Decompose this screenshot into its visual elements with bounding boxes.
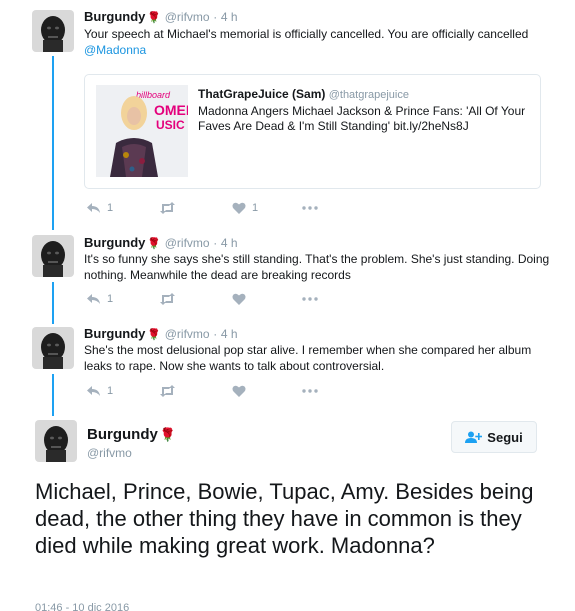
user-handle[interactable]: @rifvmo (165, 327, 210, 341)
tweet-actions: 1 (86, 383, 318, 399)
avatar[interactable] (32, 235, 74, 277)
mention-link[interactable]: @Madonna (84, 43, 146, 57)
follow-label: Segui (487, 429, 523, 445)
card-text: Madonna Angers Michael Jackson & Prince … (198, 104, 526, 133)
more-button[interactable] (302, 389, 318, 393)
card-image: billboard OMEN USIC (96, 85, 188, 177)
avatar[interactable] (32, 327, 74, 369)
tweet-text: Your speech at Michael's memorial is off… (84, 26, 554, 58)
tweet-time[interactable]: 4 h (221, 10, 238, 24)
svg-text:OMEN: OMEN (154, 102, 188, 118)
heart-icon (232, 293, 246, 305)
reply-count: 1 (107, 293, 114, 305)
rose-emoji: 🌹 (147, 12, 162, 24)
card-source-handle[interactable]: @thatgrapejuice (329, 89, 409, 101)
heart-icon (232, 385, 246, 397)
reply-button[interactable]: 1 (86, 293, 159, 305)
retweet-icon (160, 293, 175, 305)
reply-button[interactable]: 1 (86, 202, 159, 214)
display-name[interactable]: Burgundy (84, 235, 145, 250)
separator-dot: · (213, 236, 218, 250)
tweet-time[interactable]: 4 h (221, 327, 238, 341)
more-icon (302, 206, 318, 210)
tweet-header: Burgundy 🌹 @rifvmo · 4 h (84, 235, 238, 250)
tweet-header: Burgundy 🌹 @rifvmo · 4 h (84, 326, 238, 341)
like-count: 1 (252, 202, 259, 214)
display-name[interactable]: Burgundy (84, 9, 145, 24)
tweet-actions: 1 (86, 291, 318, 307)
follow-button[interactable]: Segui (451, 421, 537, 453)
retweet-icon (160, 385, 175, 397)
like-button[interactable] (232, 385, 302, 397)
user-handle[interactable]: @rifvmo (87, 446, 132, 460)
tweet-timestamp[interactable]: 01:46 - 10 dic 2016 (35, 602, 129, 611)
reply-icon (87, 294, 100, 304)
avatar[interactable] (35, 420, 77, 462)
heart-icon (232, 202, 246, 214)
main-display-name[interactable]: Burgundy 🌹 (87, 426, 176, 443)
like-button[interactable]: 1 (232, 202, 302, 214)
more-icon (302, 297, 318, 301)
display-name[interactable]: Burgundy (87, 426, 158, 443)
more-button[interactable] (302, 206, 318, 210)
reply-icon (87, 203, 100, 213)
main-tweet: Burgundy 🌹 @rifvmo Segui Michael, Prince,… (0, 412, 575, 611)
avatar[interactable] (32, 10, 74, 52)
more-icon (302, 389, 318, 393)
retweet-icon (160, 202, 175, 214)
retweet-button[interactable] (159, 293, 232, 305)
separator-dot: · (213, 327, 218, 341)
add-user-icon (465, 431, 483, 443)
svg-text:USIC: USIC (156, 118, 185, 132)
rose-emoji: 🌹 (147, 238, 162, 250)
main-tweet-text: Michael, Prince, Bowie, Tupac, Amy. Besi… (35, 479, 534, 558)
card-source: ThatGrapeJuice (Sam) @thatgrapejuice (198, 87, 409, 101)
user-handle[interactable]: @rifvmo (165, 236, 210, 250)
svg-text:billboard: billboard (136, 90, 171, 100)
rose-emoji: 🌹 (159, 427, 177, 442)
tweet-text: It's so funny she says she's still stand… (84, 252, 550, 282)
retweet-button[interactable] (159, 385, 232, 397)
reply-count: 1 (107, 385, 114, 397)
tweet-time[interactable]: 4 h (221, 236, 238, 250)
tweet-header: Burgundy 🌹 @rifvmo · 4 h (84, 9, 238, 24)
like-button[interactable] (232, 293, 302, 305)
reply-icon (87, 386, 100, 396)
user-handle[interactable]: @rifvmo (165, 10, 210, 24)
tweet[interactable]: Burgundy 🌹 @rifvmo · 4 h She's the most d… (0, 317, 575, 409)
tweet[interactable]: Burgundy 🌹 @rifvmo · 4 h It's so funny sh… (0, 225, 575, 317)
tweet-actions: 1 1 (86, 200, 318, 216)
tweet[interactable]: Burgundy 🌹 @rifvmo · 4 h Your speech at M… (0, 0, 575, 225)
display-name[interactable]: Burgundy (84, 326, 145, 341)
reply-count: 1 (107, 202, 114, 214)
card-source-name[interactable]: ThatGrapeJuice (Sam) (198, 87, 325, 101)
link-card[interactable]: billboard OMEN USIC ThatGrapeJuice (Sam)… (84, 74, 541, 189)
rose-emoji: 🌹 (147, 329, 162, 341)
reply-button[interactable]: 1 (86, 385, 159, 397)
tweet-text: She's the most delusional pop star alive… (84, 343, 532, 373)
retweet-button[interactable] (159, 202, 232, 214)
more-button[interactable] (302, 297, 318, 301)
tweet-body: Your speech at Michael's memorial is off… (84, 27, 529, 41)
separator-dot: · (213, 10, 218, 24)
